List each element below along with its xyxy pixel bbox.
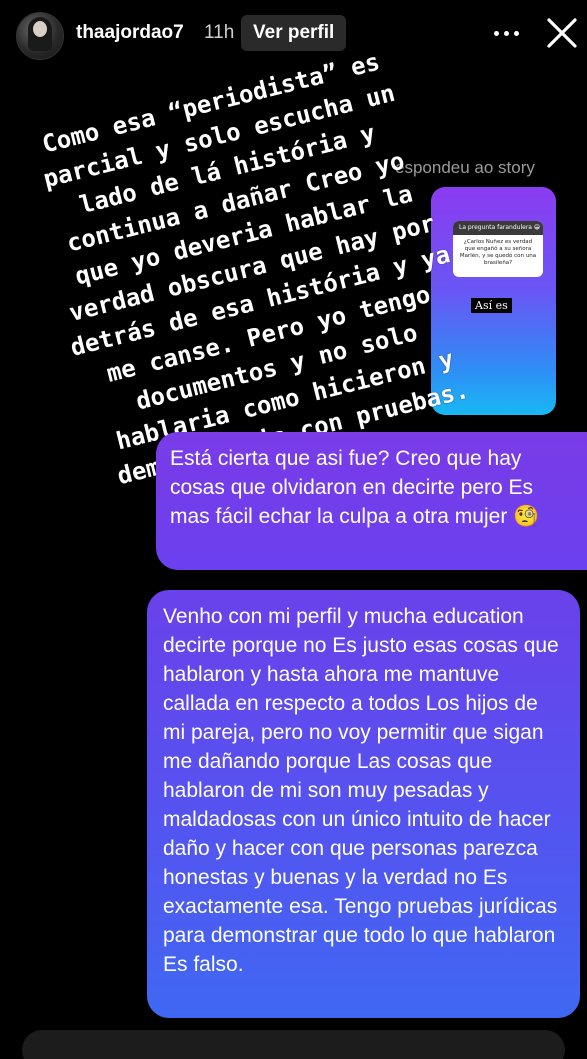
post-time: 11h	[204, 22, 235, 43]
avatar[interactable]	[16, 12, 64, 60]
story-reply-screen: thaajordao7 11h Ver perfil espondeu ao s…	[0, 0, 587, 1059]
avatar-face	[33, 21, 47, 37]
message-bubble[interactable]: Venho con mi perfil y mucha education de…	[147, 590, 580, 1018]
message-bubble[interactable]: Está cierta que asi fue? Creo que hay co…	[156, 432, 587, 570]
more-horizontal-icon[interactable]	[494, 21, 520, 47]
username[interactable]: thaajordao7	[76, 22, 184, 44]
view-profile-button[interactable]: Ver perfil	[241, 15, 347, 51]
message-input-bar[interactable]	[22, 1030, 565, 1059]
close-icon[interactable]	[545, 16, 579, 50]
